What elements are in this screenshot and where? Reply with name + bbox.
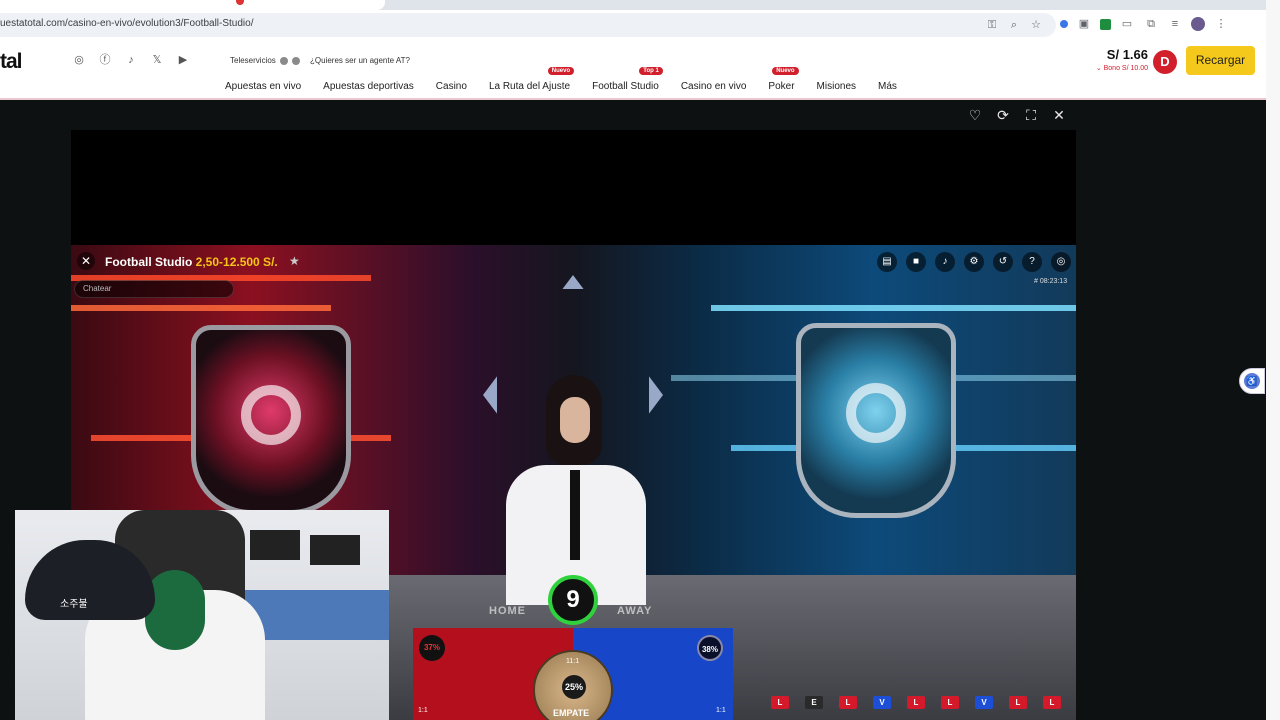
close-icon[interactable]: ✕ [1052, 107, 1066, 123]
history-item: L [1009, 696, 1027, 709]
x-icon[interactable]: 𝕏 [150, 53, 164, 67]
volume-icon[interactable]: ♪ [935, 252, 955, 272]
dealer [496, 375, 656, 605]
instagram-icon[interactable]: ◎ [72, 53, 86, 67]
new-badge: Nuevo [772, 67, 799, 75]
teleservicios[interactable]: Teleservicios [230, 56, 301, 65]
extensions-puzzle-icon[interactable]: ⧉ [1143, 17, 1159, 31]
away-percentage: 38% [697, 635, 723, 661]
countdown-timer: 9 [548, 575, 598, 625]
balance-display[interactable]: S/ 1.66 ⌄ Bono S/ 10.00 [1080, 47, 1148, 72]
settings-gear-icon[interactable]: ⚙ [964, 252, 984, 272]
refresh-icon[interactable]: ⟳ [996, 107, 1010, 123]
top-badge: Top 1 [639, 67, 663, 75]
recharge-button[interactable]: Recargar [1186, 46, 1255, 75]
active-tab[interactable] [0, 0, 385, 10]
profile-avatar-icon[interactable] [1191, 17, 1205, 31]
site-logo[interactable]: tal [0, 50, 22, 74]
game-round-id: # 08:23:13 [1034, 278, 1068, 285]
bonus-amount: ⌄ Bono S/ 10.00 [1095, 65, 1148, 72]
bet-spot-tie[interactable]: 11:1 25% EMPATE [533, 650, 613, 720]
nav-apuestas-en-vivo[interactable]: Apuestas en vivo [225, 81, 301, 92]
main-nav: Apuestas en vivo Apuestas deportivas Cas… [225, 67, 919, 92]
history-item: L [1043, 696, 1061, 709]
history-item: L [941, 696, 959, 709]
streamer-webcam: 소주불 [15, 510, 389, 720]
media-queue-icon[interactable]: ≡ [1167, 17, 1183, 31]
accessibility-widget[interactable]: ♿ [1239, 368, 1265, 394]
nav-mas[interactable]: Más [878, 81, 897, 92]
balance-amount: S/ 1.66 [1106, 47, 1148, 62]
whatsapp-icon [292, 56, 301, 65]
history-item: L [907, 696, 925, 709]
game-controls: ▤ ■ ♪ ⚙ ↺ ? ◎ [877, 252, 1071, 272]
extension-dot-icon[interactable] [1060, 20, 1068, 28]
history-item: V [873, 696, 891, 709]
home-percentage: 37% [419, 635, 445, 661]
tie-label: EMPATE [553, 708, 590, 718]
history-item: L [771, 696, 789, 709]
nav-casino[interactable]: Casino [436, 81, 467, 92]
history-item: E [805, 696, 823, 709]
history-item: L [839, 696, 857, 709]
tie-odds: 11:1 [566, 658, 580, 665]
results-history: L E L V L L V L L [771, 696, 1061, 709]
tab-favicon-icon [236, 0, 244, 5]
teleservicios-label: Teleservicios [230, 56, 276, 65]
tiktok-icon[interactable]: ♪ [124, 53, 138, 67]
extension-green-icon[interactable] [1100, 18, 1111, 30]
url-text[interactable]: uestatotal.com/casino-en-vivo/evolution3… [0, 18, 253, 29]
phone-icon [280, 56, 289, 65]
favorite-star-icon[interactable]: ★ [289, 254, 300, 268]
bookmark-star-icon[interactable]: ☆ [1028, 18, 1044, 32]
favorite-heart-icon[interactable]: ♡ [968, 107, 982, 123]
game-title: Football Studio 2,50-12.500 S/. [105, 255, 278, 269]
history-icon[interactable]: ↺ [993, 252, 1013, 272]
extension-cast-icon[interactable]: ▭ [1119, 17, 1135, 31]
key-icon[interactable]: ⚿ [984, 18, 1000, 32]
nav-poker[interactable]: Poker Nuevo [768, 67, 799, 92]
fullscreen-icon[interactable]: ⛶ [1024, 107, 1038, 123]
home-team-crest [191, 325, 351, 515]
accessibility-icon: ♿ [1244, 373, 1260, 389]
lobby-icon[interactable]: ◎ [1051, 252, 1071, 272]
zoom-icon[interactable]: ⌕ [1006, 18, 1022, 32]
chat-input[interactable]: Chatear [74, 280, 234, 298]
nav-la-ruta-del-ajuste[interactable]: La Ruta del Ajuste Nuevo [489, 67, 575, 92]
game-close-icon[interactable]: ✕ [77, 252, 95, 270]
history-item: V [975, 696, 993, 709]
tie-percentage: 25% [562, 675, 586, 699]
facebook-icon[interactable]: ⓕ [98, 53, 112, 67]
help-icon[interactable]: ? [1022, 252, 1042, 272]
scrollbar-gutter[interactable] [1266, 0, 1280, 720]
nav-misiones[interactable]: Misiones [817, 81, 856, 92]
video-icon[interactable]: ■ [906, 252, 926, 272]
new-badge: Nuevo [547, 67, 575, 75]
away-team-crest [796, 323, 956, 518]
extensions-bar: ▣ ▭ ⧉ ≡ ⋮ [1060, 17, 1229, 31]
browser-tab-strip [0, 0, 1266, 10]
user-avatar[interactable]: D [1153, 50, 1177, 74]
nav-casino-en-vivo[interactable]: Casino en vivo [681, 81, 747, 92]
social-links: ◎ ⓕ ♪ 𝕏 ▶ [72, 53, 190, 67]
address-bar[interactable]: uestatotal.com/casino-en-vivo/evolution3… [0, 13, 1056, 37]
home-table-label: HOME [489, 605, 526, 617]
home-odds: 1:1 [418, 707, 428, 714]
nav-football-studio[interactable]: Football Studio Top 1 [592, 67, 663, 92]
nav-apuestas-deportivas[interactable]: Apuestas deportivas [323, 81, 414, 92]
game-toolbar: ♡ ⟳ ⛶ ✕ [968, 107, 1066, 123]
site-header: tal ◎ ⓕ ♪ 𝕏 ▶ Teleservicios ¿Quieres ser… [0, 40, 1266, 100]
away-odds: 1:1 [716, 707, 726, 714]
bet-limits: 2,50-12.500 S/. [195, 255, 278, 269]
extension-screen-icon[interactable]: ▣ [1076, 17, 1092, 31]
browser-menu-icon[interactable]: ⋮ [1213, 17, 1229, 31]
cap-text: 소주불 [60, 599, 88, 610]
chat-toggle-icon[interactable]: ▤ [877, 252, 897, 272]
youtube-icon[interactable]: ▶ [176, 53, 190, 67]
address-row: uestatotal.com/casino-en-vivo/evolution3… [0, 10, 1266, 40]
agent-link[interactable]: ¿Quieres ser un agente AT? [310, 56, 410, 65]
away-table-label: AWAY [617, 605, 653, 617]
game-name: Football Studio [105, 255, 193, 269]
